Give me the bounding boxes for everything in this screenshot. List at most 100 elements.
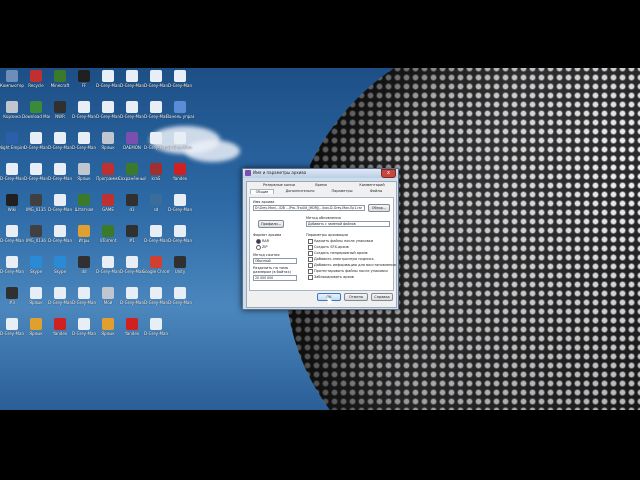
desktop-icon[interactable]: Yandex (168, 163, 192, 191)
desktop-icon[interactable]: Корзина (0, 101, 24, 129)
browse-button[interactable]: Обзор... (368, 204, 390, 212)
desktop-icon[interactable]: Minecraft (48, 70, 72, 98)
desktop-icon[interactable]: #1 (120, 225, 144, 253)
desktop-icon[interactable]: D-Grey-Man (0, 256, 24, 284)
desktop-icon[interactable]: D-Grey-Man (144, 70, 168, 98)
desktop-icon[interactable]: D-Grey-Man (144, 287, 168, 315)
tab-general[interactable]: Общие (250, 189, 274, 194)
desktop-icon[interactable]: D-Grey-Man (120, 256, 144, 284)
desktop-icon[interactable]: kraS (144, 163, 168, 191)
split-size-select[interactable]: 20 000 000 (253, 275, 297, 281)
compression-select[interactable]: Обычный (253, 258, 297, 264)
option-checkbox[interactable] (308, 251, 313, 256)
profiles-button[interactable]: Профили... (258, 220, 284, 228)
desktop-icon[interactable]: D-Grey-Man (168, 70, 192, 98)
desktop-icon[interactable]: D-Grey-Man (120, 70, 144, 98)
desktop-icon[interactable]: Ярлык (96, 132, 120, 160)
help-button[interactable]: Справка (371, 293, 393, 301)
desktop-icon[interactable]: D-Grey-Man (144, 101, 168, 129)
desktop-icon[interactable]: UTorrent (96, 225, 120, 253)
desktop-icon[interactable]: D-Grey-Man (0, 225, 24, 253)
desktop-icon[interactable]: dd (72, 256, 96, 284)
desktop-icon[interactable]: D-Grey-Man (168, 287, 192, 315)
option-checkbox[interactable] (308, 257, 313, 262)
option-checkbox[interactable] (308, 263, 313, 268)
desktop-icon[interactable]: D-Grey-Man (72, 287, 96, 315)
cancel-button[interactable]: Отмена (344, 293, 368, 301)
shortcut-icon (126, 256, 138, 268)
desktop-icon[interactable]: D-Grey-Man (120, 287, 144, 315)
tab-comment[interactable]: Комментарий (357, 183, 387, 187)
desktop-icon[interactable]: D-Grey-Man (72, 132, 96, 160)
format-zip-radio[interactable] (256, 245, 261, 250)
desktop-icon[interactable]: #3 (0, 287, 24, 315)
tab-options[interactable]: Параметры (327, 189, 357, 193)
tab-time[interactable]: Время (311, 183, 331, 187)
desktop-icon[interactable]: Штатная (72, 194, 96, 222)
desktop-icon[interactable]: D-Grey-Man (96, 101, 120, 129)
desktop-icon[interactable]: Yandex (120, 318, 144, 346)
desktop-icon[interactable]: D-Grey-Man (168, 225, 192, 253)
desktop-icon[interactable]: sd (144, 194, 168, 222)
desktop-icon[interactable]: D-Grey-Man (144, 225, 168, 253)
desktop-icon[interactable]: Ярлык (72, 163, 96, 191)
desktop-icon[interactable]: D-Grey-Man (144, 318, 168, 346)
desktop-icon[interactable]: D-Grey-Man (96, 256, 120, 284)
desktop-icon[interactable]: D-Grey-Man (96, 70, 120, 98)
desktop-icon[interactable]: D-Grey-Man (48, 225, 72, 253)
desktop-icon[interactable]: Skype (24, 256, 48, 284)
close-button[interactable]: x (381, 169, 396, 178)
shortcut-icon (54, 163, 66, 175)
desktop-icon[interactable]: D-Grey-Man (48, 287, 72, 315)
option-checkbox[interactable] (308, 239, 313, 244)
desktop-icon[interactable]: Игры (72, 225, 96, 253)
desktop-icon[interactable]: FF (72, 70, 96, 98)
desktop-icon[interactable]: Ярлык (96, 318, 120, 346)
desktop-icon[interactable]: Night Empire (0, 132, 25, 160)
archive-name-input[interactable]: D:\Grey-Man\...\DB ...\Pro..Tra44t_[HDR]… (253, 205, 365, 211)
desktop-icon[interactable]: D-Grey-Man (168, 132, 192, 160)
desktop-icon[interactable]: Google Chrome (142, 256, 170, 284)
desktop-icon[interactable]: Сохранённый (118, 163, 146, 191)
desktop-icon[interactable]: D-Grey-Man (72, 318, 96, 346)
desktop-icon[interactable]: Download Master (22, 101, 50, 129)
desktop-icon[interactable]: D-Grey-Man (0, 318, 24, 346)
desktop-icon[interactable]: D-Grey-Man (120, 101, 144, 129)
desktop-icon[interactable]: D-Grey-Man (48, 194, 72, 222)
desktop-icon[interactable]: Recycle (24, 70, 48, 98)
desktop-icon[interactable]: Yandex (48, 318, 72, 346)
desktop-icon[interactable]: D-Grey-Man (24, 163, 48, 191)
desktop-icon[interactable]: D-Grey-Man (24, 132, 48, 160)
desktop-icon-label: D-Grey-Man (168, 83, 192, 88)
desktop-icon[interactable]: Ярлык (24, 287, 48, 315)
tab-files[interactable]: Файлы (365, 189, 387, 193)
desktop-icon[interactable]: Unity (168, 256, 192, 284)
desktop-icon[interactable]: Ярлык (24, 318, 48, 346)
desktop-icon[interactable]: GAME (96, 194, 120, 222)
desktop-icon[interactable]: Skype (48, 256, 72, 284)
desktop-icon[interactable]: Панель управления (166, 101, 194, 129)
desktop-icon[interactable]: d1 (120, 194, 144, 222)
desktop-icon[interactable]: IMG_0135 (24, 194, 48, 222)
desktop-icon[interactable]: Программа (96, 163, 120, 191)
desktop-icon[interactable]: DAEMON (120, 132, 144, 160)
desktop-icon[interactable]: D-Grey-Man (144, 132, 168, 160)
option-checkbox[interactable] (308, 245, 313, 250)
desktop-icon[interactable]: D-Grey-Man (48, 132, 72, 160)
option-checkbox[interactable] (308, 275, 313, 280)
tab-advanced[interactable]: Дополнительно (283, 189, 317, 193)
format-rar-radio[interactable] (256, 239, 261, 244)
desktop-icon[interactable]: D-Grey-Man (72, 101, 96, 129)
desktop-icon[interactable]: NWR (48, 101, 72, 129)
desktop-icon[interactable]: D-Grey-Man (0, 163, 24, 191)
desktop-icon[interactable]: Компьютер (0, 70, 24, 98)
desktop-icon[interactable]: Мой (96, 287, 120, 315)
desktop-icon[interactable]: D-Grey-Man (168, 194, 192, 222)
update-method-select[interactable]: Добавить с заменой файлов (306, 221, 390, 227)
dialog-titlebar[interactable]: Имя и параметры архива x (243, 169, 398, 178)
tab-backup[interactable]: Резервные копии (261, 183, 297, 187)
desktop-icon[interactable]: Wiki (0, 194, 24, 222)
option-checkbox[interactable] (308, 269, 313, 274)
desktop-icon[interactable]: D-Grey-Man (48, 163, 72, 191)
desktop-icon[interactable]: IMG_0136 (24, 225, 48, 253)
